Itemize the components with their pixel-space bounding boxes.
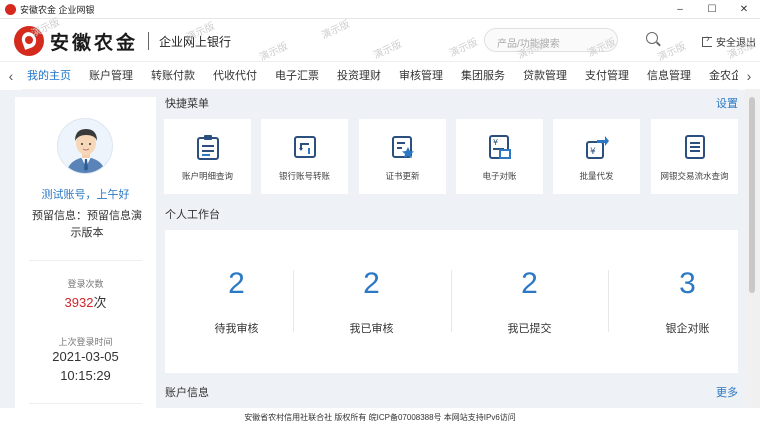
bank-logo[interactable]: 安徽农金 企业网上银行 bbox=[14, 26, 231, 56]
watermark: 演示版 bbox=[319, 18, 352, 42]
workbench-label: 待我审核 bbox=[214, 323, 259, 335]
divider bbox=[29, 260, 142, 261]
batch-payment-icon: ¥ bbox=[586, 136, 609, 159]
nav-item-account-management[interactable]: 账户管理 bbox=[89, 62, 133, 90]
workbench-count: 2 bbox=[363, 267, 380, 300]
workbench-item-reviewed[interactable]: 2 我已审核 bbox=[300, 230, 443, 373]
logo-subtitle: 企业网上银行 bbox=[159, 34, 232, 49]
certificate-icon bbox=[392, 136, 414, 158]
logout-icon bbox=[702, 33, 712, 47]
nav-item-investment[interactable]: 投资理财 bbox=[337, 62, 381, 90]
quick-menu-item[interactable]: 账户明细查询 bbox=[164, 119, 251, 194]
account-info-title: 账户信息 bbox=[165, 387, 209, 399]
watermark: 演示版 bbox=[371, 38, 404, 62]
quick-menu-item[interactable]: 证书更新 bbox=[359, 119, 446, 194]
last-login-date: 2021-03-05 bbox=[52, 349, 119, 364]
quick-menu-label: 账户明细查询 bbox=[181, 171, 233, 181]
workbench-item-submitted[interactable]: 2 我已提交 bbox=[458, 230, 601, 373]
logo-text: 安徽农金 bbox=[50, 31, 139, 54]
nav-item-e-bill[interactable]: 电子汇票 bbox=[275, 62, 319, 90]
divider bbox=[29, 403, 142, 404]
nav-item-home[interactable]: 我的主页 bbox=[27, 62, 71, 90]
workbench-item-pending-review[interactable]: 2 待我审核 bbox=[165, 230, 308, 373]
logout-button[interactable]: 安全退出 bbox=[702, 33, 756, 49]
workbench-panel: 2 待我审核 2 我已审核 2 我已提交 3 银企对账 bbox=[165, 230, 738, 373]
user-greeting[interactable]: 测试账号，上午好 bbox=[15, 186, 156, 202]
search-input[interactable]: 产品/功能搜索 bbox=[484, 28, 618, 52]
workbench-count: 3 bbox=[679, 267, 696, 300]
reserved-info: 预留信息：预留信息演示版本 bbox=[32, 210, 142, 239]
svg-text:¥: ¥ bbox=[590, 147, 596, 157]
footer-copyright: 安徽省农村信用社联合社 版权所有 皖ICP备07008388号 本网站支持IPv… bbox=[0, 408, 760, 428]
account-info-more-link[interactable]: 更多 bbox=[716, 384, 738, 400]
nav-item-info[interactable]: 信息管理 bbox=[647, 62, 691, 90]
nav-item-audit[interactable]: 审核管理 bbox=[399, 62, 443, 90]
quick-menu-settings-link[interactable]: 设置 bbox=[716, 95, 738, 111]
quick-menu-label: 电子对账 bbox=[482, 171, 517, 181]
workbench-item-bank-reconciliation[interactable]: 3 银企对账 bbox=[616, 230, 759, 373]
login-count-value: 3932 bbox=[64, 295, 94, 310]
user-panel: 测试账号，上午好 预留信息：预留信息演示版本 登录次数 3932次 上次登录时间… bbox=[15, 97, 156, 408]
last-login-time: 10:15:29 bbox=[60, 368, 111, 383]
nav-item-collection-payment[interactable]: 代收代付 bbox=[213, 62, 257, 90]
quick-menu-label: 银行账号转账 bbox=[278, 171, 330, 181]
nav-item-loan[interactable]: 贷款管理 bbox=[523, 62, 567, 90]
quick-menu-item[interactable]: 网银交易流水查询 bbox=[651, 119, 738, 194]
window-controls: – ☐ ✕ bbox=[664, 0, 760, 19]
workbench-label: 银企对账 bbox=[665, 323, 710, 335]
transfer-icon bbox=[294, 136, 316, 158]
quick-menu-label: 证书更新 bbox=[385, 171, 420, 181]
reconciliation-icon: ¥ bbox=[489, 135, 511, 159]
workbench-count: 2 bbox=[521, 267, 538, 300]
search-icon[interactable] bbox=[646, 32, 658, 44]
divider bbox=[451, 270, 452, 332]
watermark: 演示版 bbox=[655, 40, 688, 64]
workbench-label: 我已审核 bbox=[349, 323, 394, 335]
main-nav: ‹ 我的主页 账户管理 转账付款 代收代付 电子汇票 投资理财 审核管理 集团服… bbox=[0, 61, 760, 90]
nav-item-transfer[interactable]: 转账付款 bbox=[151, 62, 195, 90]
nav-next-arrow[interactable]: › bbox=[738, 62, 760, 90]
login-count-unit: 次 bbox=[93, 295, 107, 310]
window-title: 安徽农金 企业网银 bbox=[20, 4, 95, 15]
minimize-button[interactable]: – bbox=[664, 0, 696, 19]
quick-menu-item[interactable]: ¥ 批量代发 bbox=[553, 119, 640, 194]
nav-item-payment[interactable]: 支付管理 bbox=[585, 62, 629, 90]
logout-label: 安全退出 bbox=[716, 38, 756, 49]
quick-menu-title: 快捷菜单 bbox=[165, 98, 209, 110]
quick-menu-label: 网银交易流水查询 bbox=[660, 171, 729, 181]
svg-text:¥: ¥ bbox=[493, 138, 498, 147]
nav-item-group-service[interactable]: 集团服务 bbox=[461, 62, 505, 90]
login-count: 3932次 bbox=[15, 292, 156, 311]
clipboard-list-icon bbox=[197, 135, 219, 160]
nav-item-jinnong-pay[interactable]: 金农企付 bbox=[709, 62, 738, 90]
site-header: 安徽农金 企业网上银行 产品/功能搜索 安全退出 演示版 演示版 演示版 演示版… bbox=[0, 17, 760, 64]
user-avatar-icon bbox=[66, 129, 106, 173]
scrollbar-thumb[interactable] bbox=[749, 97, 755, 293]
close-button[interactable]: ✕ bbox=[728, 0, 760, 19]
login-count-label: 登录次数 bbox=[67, 279, 104, 289]
avatar bbox=[57, 118, 113, 174]
window-titlebar: 安徽农金 企业网银 – ☐ ✕ bbox=[0, 0, 760, 19]
watermark: 演示版 bbox=[447, 36, 480, 60]
workbench-label: 我已提交 bbox=[507, 323, 552, 335]
nav-items: 我的主页 账户管理 转账付款 代收代付 电子汇票 投资理财 审核管理 集团服务 … bbox=[22, 62, 738, 90]
divider bbox=[608, 270, 609, 332]
workbench-count: 2 bbox=[228, 267, 245, 300]
quick-menu-item[interactable]: ¥ 电子对账 bbox=[456, 119, 543, 194]
transaction-list-icon bbox=[685, 135, 705, 159]
quick-menu-label: 批量代发 bbox=[579, 171, 614, 181]
divider bbox=[293, 270, 294, 332]
last-login-label: 上次登录时间 bbox=[58, 337, 113, 347]
logo-divider bbox=[148, 32, 150, 50]
workbench-title: 个人工作台 bbox=[165, 209, 220, 221]
maximize-button[interactable]: ☐ bbox=[696, 0, 728, 19]
app-icon bbox=[5, 3, 16, 15]
bank-logo-icon bbox=[14, 26, 44, 56]
quick-menu-item[interactable]: 银行账号转账 bbox=[261, 119, 348, 194]
nav-prev-arrow[interactable]: ‹ bbox=[0, 62, 22, 90]
watermark: 演示版 bbox=[257, 40, 290, 64]
